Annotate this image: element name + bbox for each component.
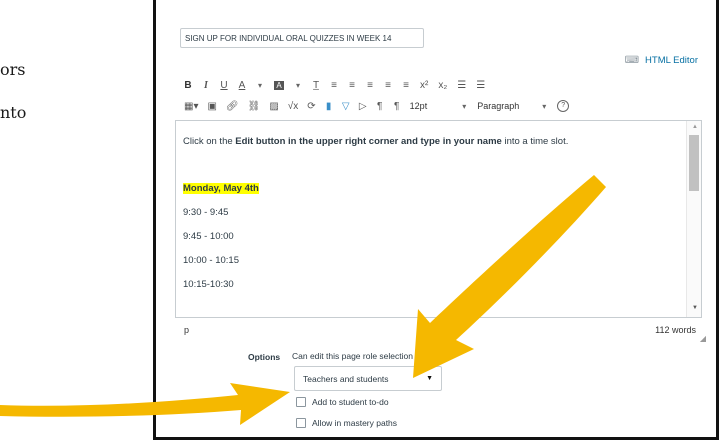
lti-icon[interactable]: ▽ — [342, 101, 350, 112]
background-color-dropdown[interactable]: ▾ — [294, 81, 302, 90]
page-editor-screenshot: SIGN UP FOR INDIVIDUAL ORAL QUIZZES IN W… — [153, 0, 719, 440]
time-slot: 10:00 - 10:15 — [183, 255, 239, 266]
accessibility-checker-icon[interactable]: ? — [557, 100, 570, 112]
bold-button[interactable]: B — [184, 80, 192, 91]
italic-button[interactable]: I — [202, 80, 210, 91]
formatting-toolbar-row-2: ▦▾ ▣ 🔗︎ ⛓ ▨ √x ⟳ ▮ ▽ ▷ ¶ ¶ 12pt ▾ Paragr… — [184, 100, 570, 112]
chevron-down-icon[interactable]: ▾ — [540, 102, 548, 111]
keyboard-icon: ⌨ — [624, 55, 640, 66]
pilcrow-rtl-icon[interactable]: ¶ — [393, 101, 401, 112]
align-right-button[interactable]: ≡ — [366, 80, 374, 91]
cropped-text-fragment: ors — [0, 60, 26, 79]
text-color-button[interactable]: A — [238, 80, 246, 91]
image-icon[interactable]: ▨ — [269, 101, 278, 112]
math-icon[interactable]: √x — [288, 101, 299, 112]
formatting-toolbar-row-1: B I U A ▾ A ▾ T̲ ≡ ≡ ≡ ≡ ≡ x² x₂ ☰ ☰ — [184, 80, 485, 91]
align-center-button[interactable]: ≡ — [348, 80, 356, 91]
date-heading: Monday, May 4th — [183, 183, 259, 194]
rich-content-editor[interactable]: Click on the Edit button in the upper ri… — [175, 120, 702, 318]
scrollbar-thumb[interactable] — [689, 135, 699, 191]
bullet-list-button[interactable]: ☰ — [457, 80, 466, 91]
link-icon[interactable]: 🔗︎ — [226, 101, 239, 112]
unlink-icon[interactable]: ⛓ — [248, 101, 261, 112]
media-icon[interactable]: ▣ — [207, 101, 216, 112]
outdent-button[interactable]: ≡ — [384, 80, 392, 91]
align-left-button[interactable]: ≡ — [330, 80, 338, 91]
mastery-paths-label: Allow in mastery paths — [312, 418, 398, 428]
time-slot: 10:15-10:30 — [183, 279, 234, 290]
mastery-paths-option[interactable]: Allow in mastery paths — [296, 418, 397, 428]
pilcrow-ltr-icon[interactable]: ¶ — [376, 101, 384, 112]
subscript-button[interactable]: x₂ — [438, 80, 447, 91]
html-editor-label: HTML Editor — [645, 55, 698, 66]
student-todo-option[interactable]: Add to student to-do — [296, 397, 389, 407]
resize-handle-icon[interactable]: ◢ — [700, 334, 706, 343]
embed-icon[interactable]: ⟳ — [307, 101, 315, 112]
cropped-text-fragment: nto — [0, 103, 27, 122]
table-icon[interactable]: ▦▾ — [184, 101, 198, 112]
mastery-paths-checkbox[interactable] — [296, 418, 306, 428]
html-editor-link[interactable]: ⌨ HTML Editor — [625, 55, 698, 66]
student-todo-label: Add to student to-do — [312, 397, 389, 407]
scroll-down-icon[interactable]: ▼ — [692, 305, 698, 311]
time-slot: 9:45 - 10:00 — [183, 231, 234, 242]
numbered-list-button[interactable]: ☰ — [476, 80, 485, 91]
indent-button[interactable]: ≡ — [402, 80, 410, 91]
files-icon[interactable]: ▮ — [325, 101, 333, 112]
page-title-input[interactable]: SIGN UP FOR INDIVIDUAL ORAL QUIZZES IN W… — [180, 28, 424, 48]
role-select[interactable]: Teachers and students ▼ — [294, 366, 442, 391]
edit-permission-label: Can edit this page role selection — [292, 351, 413, 361]
paragraph-format-select[interactable]: Paragraph — [477, 101, 519, 111]
element-path: p — [184, 325, 190, 335]
editor-scrollbar[interactable]: ▲ ▼ — [686, 121, 701, 317]
text-color-dropdown[interactable]: ▾ — [256, 81, 264, 90]
time-slot: 9:30 - 9:45 — [183, 207, 229, 218]
chevron-down-icon: ▼ — [426, 375, 433, 382]
underline-button[interactable]: U — [220, 80, 228, 91]
student-todo-checkbox[interactable] — [296, 397, 306, 407]
options-label: Options — [248, 352, 281, 362]
instruction-text: Click on the Edit button in the upper ri… — [183, 136, 569, 147]
role-select-value: Teachers and students — [303, 373, 389, 384]
font-size-select[interactable]: 12pt — [410, 101, 428, 111]
record-icon[interactable]: ▷ — [359, 101, 367, 112]
superscript-button[interactable]: x² — [420, 80, 428, 91]
word-count: 112 words — [655, 325, 696, 335]
chevron-down-icon[interactable]: ▾ — [460, 102, 468, 111]
background-color-button[interactable]: A — [274, 81, 284, 90]
clear-formatting-button[interactable]: T̲ — [312, 80, 320, 91]
scroll-up-icon[interactable]: ▲ — [692, 124, 698, 130]
